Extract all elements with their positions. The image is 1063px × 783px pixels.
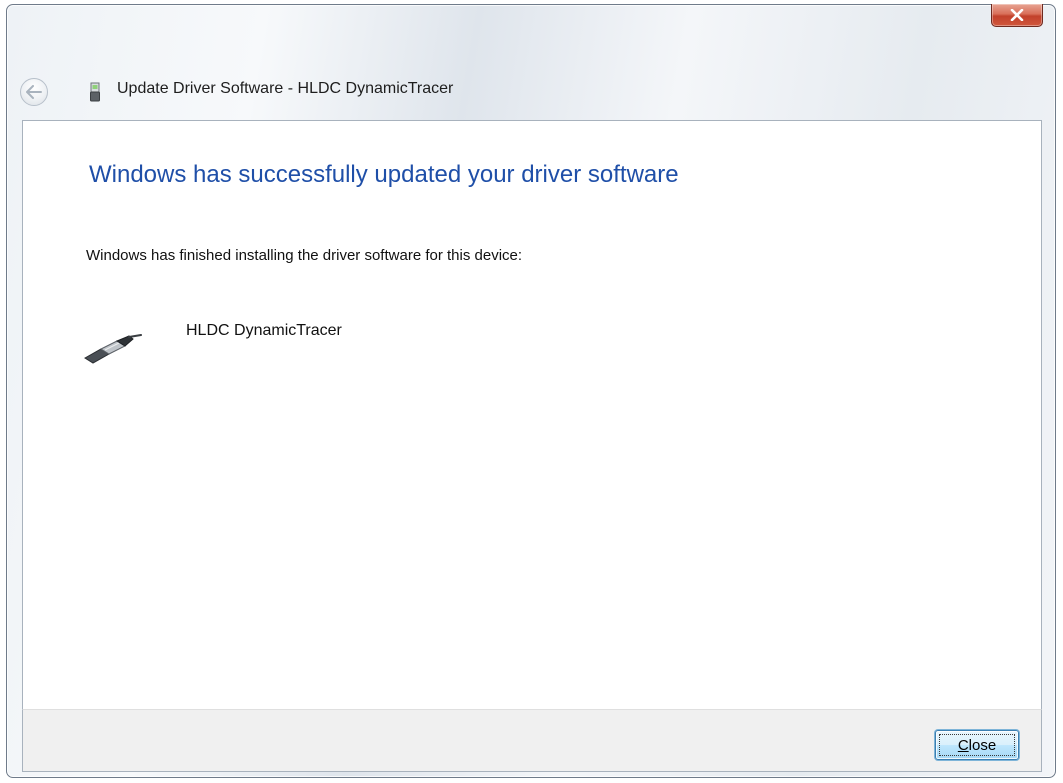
close-button-label: Close <box>957 736 997 754</box>
page-title: Windows has successfully updated your dr… <box>89 161 679 188</box>
window-close-button[interactable] <box>991 4 1043 27</box>
content-panel: Windows has successfully updated your dr… <box>22 120 1042 709</box>
usb-cable-icon <box>84 334 142 364</box>
dialog-header: Update Driver Software - HLDC DynamicTra… <box>7 67 1055 115</box>
usb-device-icon <box>90 82 100 102</box>
device-name: HLDC DynamicTracer <box>186 322 342 339</box>
window-title: Update Driver Software - HLDC DynamicTra… <box>117 80 454 97</box>
close-button[interactable]: Close <box>935 730 1019 760</box>
close-x-icon <box>1010 9 1024 21</box>
status-message: Windows has finished installing the driv… <box>86 247 523 264</box>
dialog-window: Update Driver Software - HLDC DynamicTra… <box>6 4 1056 778</box>
back-button[interactable] <box>20 78 48 106</box>
back-arrow-icon <box>26 85 42 99</box>
dialog-footer: Close <box>22 709 1042 772</box>
